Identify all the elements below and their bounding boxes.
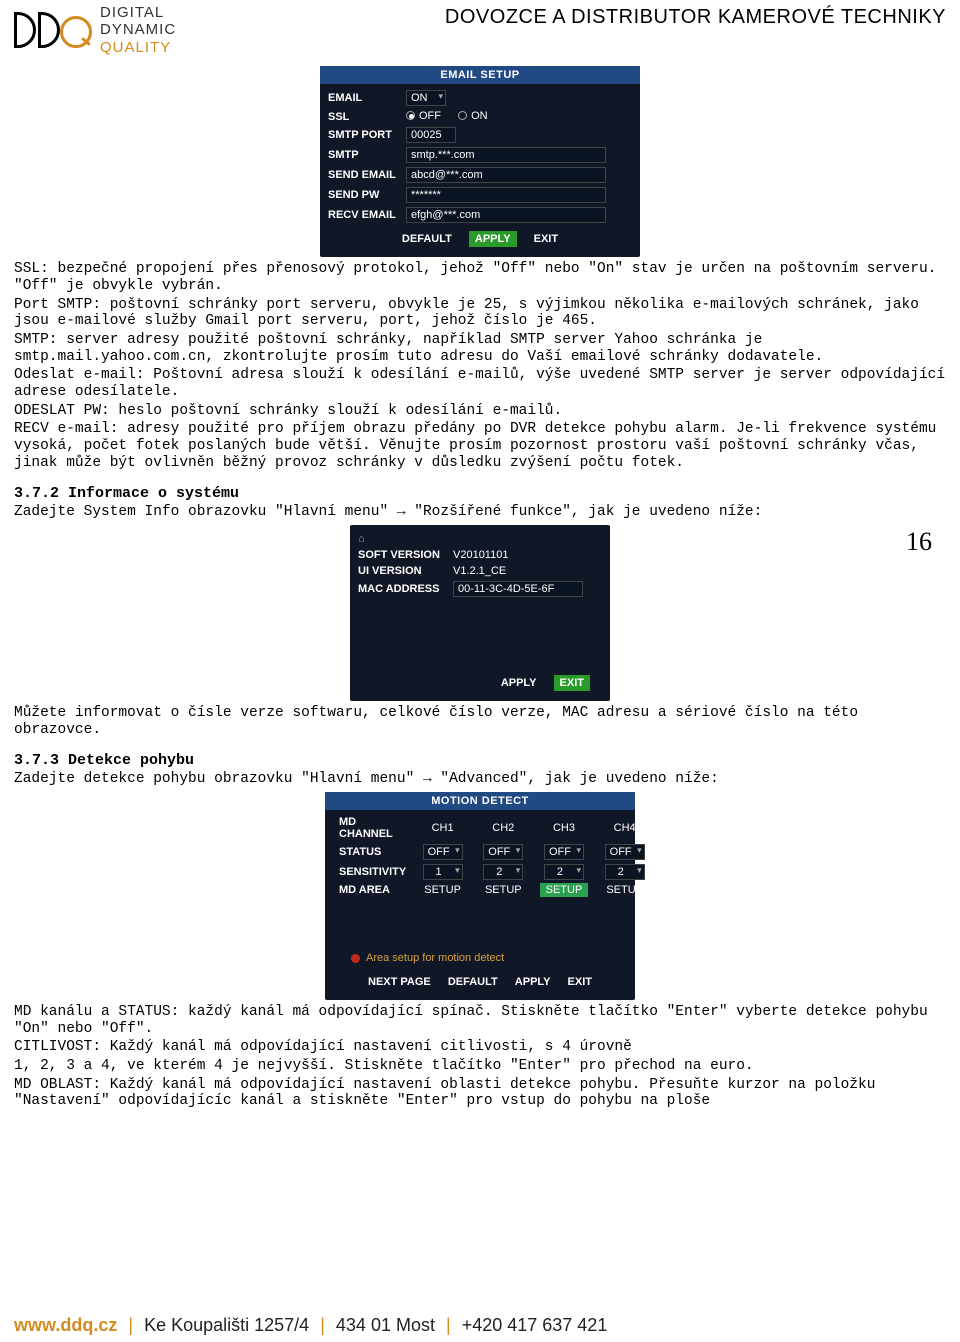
label-smtp-port: SMTP PORT	[328, 129, 406, 141]
para-recv: RECV e-mail: adresy použité pro příjem o…	[14, 421, 946, 471]
footer-zip: 434 01 Most	[336, 1315, 435, 1335]
sysinfo-exit-button[interactable]: EXIT	[554, 675, 590, 691]
label-sensitivity: SENSITIVITY	[333, 862, 412, 882]
exit-button[interactable]: EXIT	[528, 231, 564, 247]
section-372-intro: Zadejte System Info obrazovku "Hlavní me…	[14, 504, 946, 521]
footer-tel: +420 417 637 421	[462, 1315, 608, 1335]
label-smtp: SMTP	[328, 149, 406, 161]
label-md-area: MD AREA	[333, 882, 412, 898]
label-status: STATUS	[333, 842, 412, 862]
apply-button[interactable]: APPLY	[469, 231, 517, 247]
section-373-intro: Zadejte detekce pohybu obrazovku "Hlavní…	[14, 771, 946, 788]
md-ch1: CH1	[412, 814, 473, 842]
sysinfo-screenshot: ⌂ SOFT VERSION V20101101 UI VERSION V1.2…	[350, 525, 610, 701]
after-motion-p3: 1, 2, 3 a 4, ve kterém 4 je nejvyšší. St…	[14, 1058, 946, 1075]
after-motion-p1: MD kanálu a STATUS: každý kanál má odpov…	[14, 1004, 946, 1037]
label-send-email: SEND EMAIL	[328, 169, 406, 181]
status-ch2[interactable]: OFF	[483, 844, 523, 860]
status-ch3[interactable]: OFF	[544, 844, 584, 860]
motion-default-button[interactable]: DEFAULT	[442, 974, 504, 990]
motion-next-button[interactable]: NEXT PAGE	[362, 974, 437, 990]
area-ch2[interactable]: SETUP	[479, 883, 528, 897]
sens-ch4[interactable]: 2	[605, 864, 645, 880]
area-ch1[interactable]: SETUP	[418, 883, 467, 897]
motion-title: MOTION DETECT	[325, 792, 635, 810]
smtp-port-input[interactable]: 00025	[406, 127, 456, 143]
logo-line3: QUALITY	[100, 39, 176, 56]
footer-addr: Ke Koupališti 1257/4	[144, 1315, 309, 1335]
sysinfo-apply-button[interactable]: APPLY	[495, 675, 543, 691]
md-ch3: CH3	[534, 814, 595, 842]
smtp-input[interactable]: smtp.***.com	[406, 147, 606, 163]
motion-note: Area setup for motion detect	[333, 948, 627, 968]
after-motion-p4: MD OBLAST: Každý kanál má odpovídající n…	[14, 1077, 946, 1110]
mac-value: 00-11-3C-4D-5E-6F	[453, 581, 583, 597]
warning-dot-icon	[351, 954, 360, 963]
logo-line1: DIGITAL	[100, 4, 176, 21]
footer-sep2: |	[320, 1315, 325, 1335]
recv-email-input[interactable]: efgh@***.com	[406, 207, 606, 223]
home-icon: ⌂	[358, 533, 365, 545]
status-ch1[interactable]: OFF	[423, 844, 463, 860]
logo-line2: DYNAMIC	[100, 21, 176, 38]
after-sysinfo: Můžete informovat o čísle verze softwaru…	[14, 705, 946, 738]
after-motion-p2: CITLIVOST: Každý kanál má odpovídající n…	[14, 1039, 946, 1056]
ssl-off-radio[interactable]: OFF	[406, 110, 441, 122]
page-footer: www.ddq.cz | Ke Koupališti 1257/4 | 434 …	[0, 1307, 960, 1342]
send-email-input[interactable]: abcd@***.com	[406, 167, 606, 183]
section-373-heading: 3.7.3 Detekce pohybu	[14, 752, 946, 769]
md-channel-row: MD CHANNEL CH1 CH2 CH3 CH4	[333, 814, 655, 842]
sens-ch2[interactable]: 2	[483, 864, 523, 880]
email-setup-screenshot: EMAIL SETUP EMAIL ON SSL OFF ON SMTP POR…	[320, 66, 640, 258]
send-pw-input[interactable]: *******	[406, 187, 606, 203]
footer-sep: |	[128, 1315, 133, 1335]
label-email: EMAIL	[328, 92, 406, 104]
page-content: EMAIL SETUP EMAIL ON SSL OFF ON SMTP POR…	[0, 56, 960, 1110]
footer-sep3: |	[446, 1315, 451, 1335]
para-smtp: SMTP: server adresy použité poštovní sch…	[14, 332, 946, 365]
page-header: DIGITAL DYNAMIC QUALITY DOVOZCE A DISTRI…	[0, 0, 960, 56]
logo-block: DIGITAL DYNAMIC QUALITY	[14, 4, 176, 56]
section-372-heading: 3.7.2 Informace o systému	[14, 485, 946, 502]
label-send-pw: SEND PW	[328, 189, 406, 201]
area-ch3[interactable]: SETUP	[540, 883, 589, 897]
label-ui-version: UI VERSION	[358, 565, 453, 577]
sens-ch1[interactable]: 1	[423, 864, 463, 880]
para-send-pw: ODESLAT PW: heslo poštovní schránky slou…	[14, 403, 946, 420]
logo-icon	[14, 12, 92, 48]
label-soft-version: SOFT VERSION	[358, 549, 453, 561]
area-ch4[interactable]: SETUP	[600, 883, 649, 897]
motion-exit-button[interactable]: EXIT	[562, 974, 598, 990]
md-ch4: CH4	[594, 814, 655, 842]
logo-text: DIGITAL DYNAMIC QUALITY	[100, 4, 176, 56]
label-md-channel: MD CHANNEL	[333, 814, 412, 842]
sensitivity-row: SENSITIVITY 1 2 2 2	[333, 862, 655, 882]
footer-www: www.ddq.cz	[14, 1315, 117, 1335]
soft-version-value: V20101101	[453, 549, 602, 561]
motion-note-text: Area setup for motion detect	[366, 952, 504, 964]
para-send-email: Odeslat e-mail: Poštovní adresa slouží k…	[14, 367, 946, 400]
ui-version-value: V1.2.1_CE	[453, 565, 602, 577]
email-setup-title: EMAIL SETUP	[320, 66, 640, 84]
para-smtp-port: Port SMTP: poštovní schránky port server…	[14, 297, 946, 330]
sens-ch3[interactable]: 2	[544, 864, 584, 880]
label-recv-email: RECV EMAIL	[328, 209, 406, 221]
label-ssl: SSL	[328, 111, 406, 123]
md-area-row: MD AREA SETUP SETUP SETUP SETUP	[333, 882, 655, 898]
email-dropdown[interactable]: ON	[406, 90, 446, 106]
motion-detect-screenshot: MOTION DETECT MD CHANNEL CH1 CH2 CH3 CH4…	[325, 792, 635, 1000]
status-row: STATUS OFF OFF OFF OFF	[333, 842, 655, 862]
md-ch2: CH2	[473, 814, 534, 842]
para-ssl: SSL: bezpečné propojení přes přenosový p…	[14, 261, 946, 294]
ssl-on-radio[interactable]: ON	[458, 110, 488, 122]
header-title: DOVOZCE A DISTRIBUTOR KAMEROVÉ TECHNIKY	[445, 4, 946, 29]
default-button[interactable]: DEFAULT	[396, 231, 458, 247]
page-number: 16	[906, 527, 932, 557]
status-ch4[interactable]: OFF	[605, 844, 645, 860]
label-mac: MAC ADDRESS	[358, 583, 453, 595]
motion-apply-button[interactable]: APPLY	[509, 974, 557, 990]
